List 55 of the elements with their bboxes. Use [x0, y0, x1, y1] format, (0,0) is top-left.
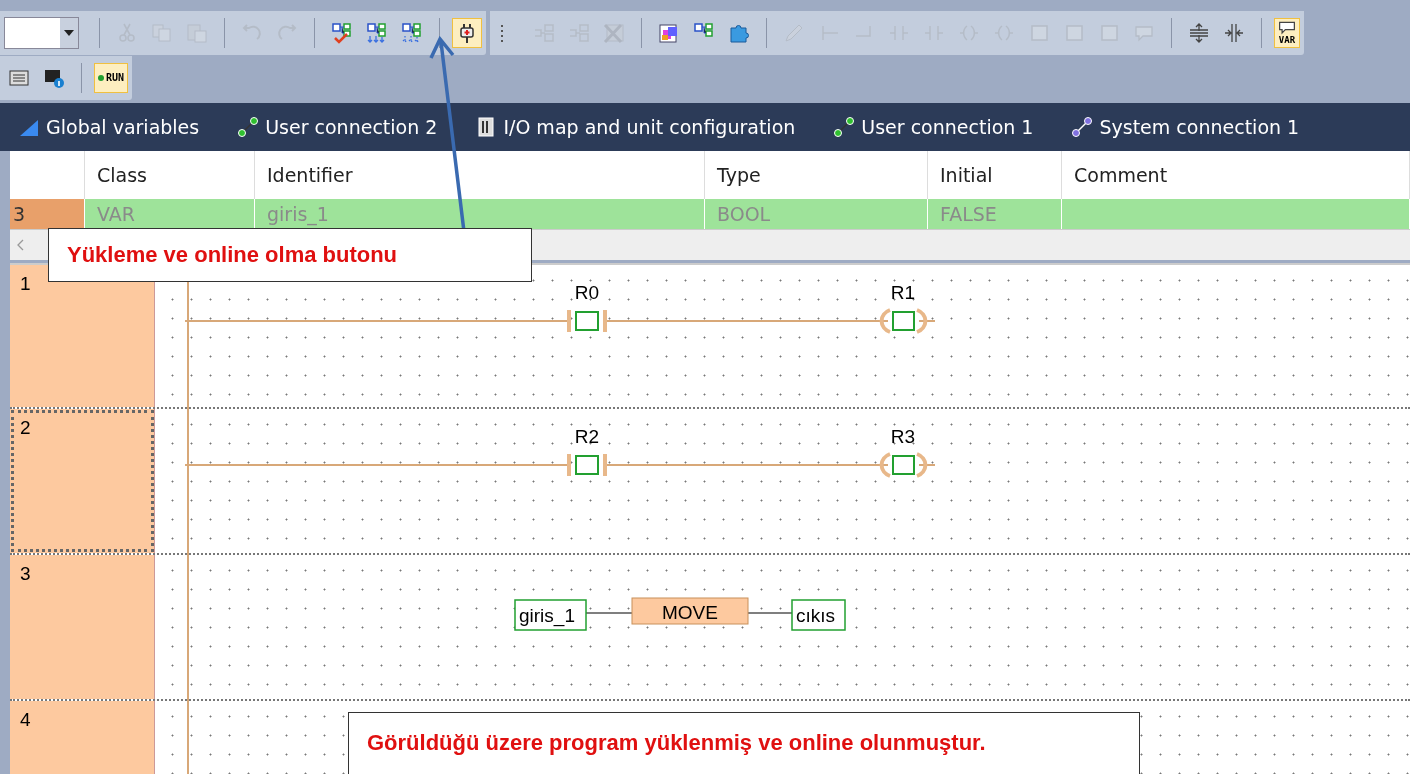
scroll-left-icon[interactable]	[16, 239, 24, 251]
speech-bubble-icon	[1279, 21, 1295, 34]
input-variable: giris_1	[514, 599, 587, 631]
output-variable: cıkıs	[791, 599, 846, 631]
coil-label: R1	[890, 282, 916, 303]
document-tab[interactable]: Global variables	[18, 116, 200, 138]
table-cell: giris_1	[255, 199, 705, 229]
move-block: MOVE	[631, 597, 749, 625]
io-map-icon	[478, 117, 494, 137]
contact-symbol	[567, 310, 607, 332]
coil-symbol	[879, 308, 928, 334]
block-icon	[1101, 24, 1118, 41]
speech-bubble-icon	[1135, 25, 1153, 42]
delete-rung-icon	[603, 23, 624, 43]
toolbar-button[interactable]	[452, 17, 482, 48]
contact-label: R2	[574, 426, 600, 447]
connection-icon	[238, 117, 259, 137]
document-tab[interactable]: I/O map and unit configuration	[475, 116, 796, 138]
caret-icon	[64, 29, 74, 36]
rung-number[interactable]: 2	[10, 409, 155, 553]
variables-icon	[20, 120, 38, 136]
spacing-icon	[1189, 22, 1209, 43]
block-icon	[1031, 24, 1048, 41]
table-cell: VAR	[85, 199, 255, 229]
split-icon	[1224, 22, 1244, 43]
run-button[interactable]: RUN	[94, 62, 129, 93]
connection-icon	[1072, 117, 1093, 137]
callout-note: Görüldüğü üzere program yüklenmiş ve online olunmuştur.	[348, 712, 1140, 774]
callout-note: Yükleme ve online olma butonu	[48, 228, 532, 282]
color-squares-icon	[659, 24, 677, 42]
coil-label: R3	[890, 426, 916, 447]
tree-check-icon	[332, 22, 351, 44]
plug-icon	[460, 22, 474, 44]
rung-number[interactable]: 1	[10, 265, 155, 407]
tree-arrows-icon	[402, 22, 421, 43]
rung-number[interactable]: 4	[10, 701, 155, 774]
table-cell: FALSE	[928, 199, 1062, 229]
rung-number[interactable]: 3	[10, 555, 155, 699]
block-icon	[1066, 24, 1083, 41]
tree-icon	[694, 22, 713, 37]
coil-symbol	[879, 452, 928, 478]
device-icon	[9, 70, 29, 85]
tree-arrows-icon	[367, 22, 386, 43]
document-tab[interactable]: System connection 1	[1071, 116, 1300, 138]
connection-icon	[834, 117, 855, 137]
row-number: 3	[10, 199, 85, 229]
document-tab[interactable]: User connection 1	[833, 116, 1034, 138]
table-cell: BOOL	[705, 199, 928, 229]
variable-comment-button[interactable]: VAR	[1274, 17, 1300, 48]
contact-label: R0	[574, 282, 600, 303]
contact-symbol	[567, 454, 607, 476]
device-info-icon	[45, 69, 64, 88]
dropdown-field[interactable]	[4, 16, 79, 49]
puzzle-icon	[730, 24, 749, 42]
document-tab[interactable]: User connection 2	[237, 116, 438, 138]
